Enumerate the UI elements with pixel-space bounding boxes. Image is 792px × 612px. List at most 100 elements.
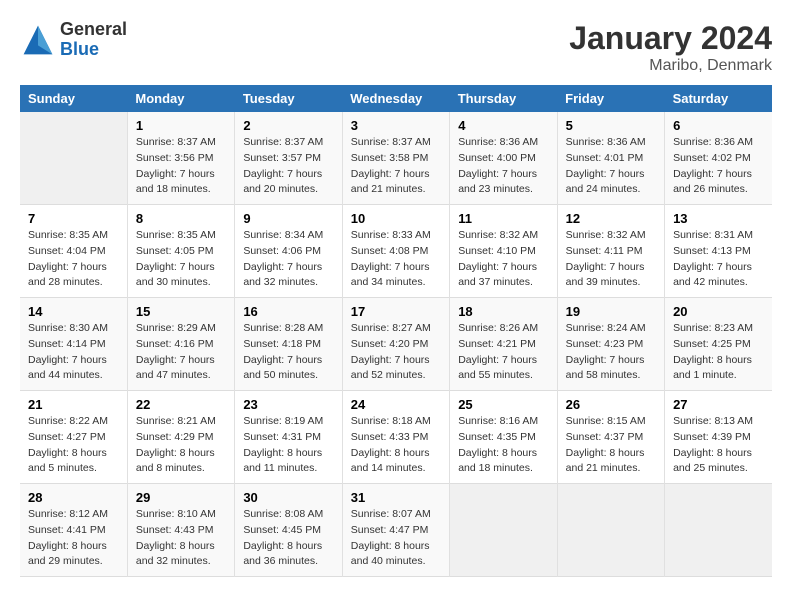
day-number: 5: [566, 118, 656, 133]
day-number: 3: [351, 118, 441, 133]
page-header: General Blue January 2024 Maribo, Denmar…: [20, 20, 772, 75]
calendar-cell: [557, 484, 664, 577]
day-number: 28: [28, 490, 119, 505]
cell-info: Sunrise: 8:24 AMSunset: 4:23 PMDaylight:…: [566, 321, 656, 384]
calendar-cell: 12Sunrise: 8:32 AMSunset: 4:11 PMDayligh…: [557, 205, 664, 298]
day-number: 10: [351, 211, 441, 226]
cell-info: Sunrise: 8:37 AMSunset: 3:58 PMDaylight:…: [351, 135, 441, 198]
day-number: 15: [136, 304, 226, 319]
day-number: 13: [673, 211, 764, 226]
title-block: January 2024 Maribo, Denmark: [569, 20, 772, 75]
calendar-cell: [665, 484, 772, 577]
calendar-cell: 13 Sunrise: 8:31 AMSunset: 4:13 PMDayligh…: [665, 205, 772, 298]
calendar-cell: 4Sunrise: 8:36 AMSunset: 4:00 PMDaylight…: [450, 112, 557, 205]
cell-info: Sunrise: 8:36 AMSunset: 4:01 PMDaylight:…: [566, 135, 656, 198]
calendar-cell: 21 Sunrise: 8:22 AMSunset: 4:27 PMDayligh…: [20, 391, 127, 484]
calendar-cell: [450, 484, 557, 577]
day-number: 26: [566, 397, 656, 412]
cell-info: Sunrise: 8:19 AMSunset: 4:31 PMDaylight:…: [243, 414, 333, 477]
cell-info: Sunrise: 8:32 AMSunset: 4:10 PMDaylight:…: [458, 228, 548, 291]
calendar-cell: 11 Sunrise: 8:32 AMSunset: 4:10 PMDayligh…: [450, 205, 557, 298]
calendar-cell: 23 Sunrise: 8:19 AMSunset: 4:31 PMDayligh…: [235, 391, 342, 484]
cell-info: Sunrise: 8:23 AMSunset: 4:25 PMDaylight:…: [673, 321, 764, 384]
day-number: 17: [351, 304, 441, 319]
header-day-saturday: Saturday: [665, 85, 772, 112]
day-number: 6: [673, 118, 764, 133]
day-number: 21: [28, 397, 119, 412]
day-number: 23: [243, 397, 333, 412]
calendar-cell: 3 Sunrise: 8:37 AMSunset: 3:58 PMDaylight…: [342, 112, 449, 205]
week-row-4: 28 Sunrise: 8:12 AMSunset: 4:41 PMDayligh…: [20, 484, 772, 577]
day-number: 19: [566, 304, 656, 319]
calendar-header: SundayMondayTuesdayWednesdayThursdayFrid…: [20, 85, 772, 112]
logo-general: General: [60, 20, 127, 40]
month-title: January 2024: [569, 20, 772, 57]
cell-info: Sunrise: 8:31 AMSunset: 4:13 PMDaylight:…: [673, 228, 764, 291]
calendar-cell: 6Sunrise: 8:36 AMSunset: 4:02 PMDaylight…: [665, 112, 772, 205]
day-number: 16: [243, 304, 333, 319]
calendar-cell: 9Sunrise: 8:34 AMSunset: 4:06 PMDaylight…: [235, 205, 342, 298]
logo-text: General Blue: [60, 20, 127, 60]
location: Maribo, Denmark: [569, 57, 772, 75]
calendar-cell: 14Sunrise: 8:30 AMSunset: 4:14 PMDayligh…: [20, 298, 127, 391]
logo-icon: [20, 22, 56, 58]
cell-info: Sunrise: 8:10 AMSunset: 4:43 PMDaylight:…: [136, 507, 226, 570]
header-row: SundayMondayTuesdayWednesdayThursdayFrid…: [20, 85, 772, 112]
logo-blue: Blue: [60, 40, 127, 60]
calendar-cell: 10 Sunrise: 8:33 AMSunset: 4:08 PMDayligh…: [342, 205, 449, 298]
cell-info: Sunrise: 8:18 AMSunset: 4:33 PMDaylight:…: [351, 414, 441, 477]
week-row-0: 1Sunrise: 8:37 AMSunset: 3:56 PMDaylight…: [20, 112, 772, 205]
header-day-thursday: Thursday: [450, 85, 557, 112]
cell-info: Sunrise: 8:22 AMSunset: 4:27 PMDaylight:…: [28, 414, 119, 477]
day-number: 9: [243, 211, 333, 226]
week-row-3: 21 Sunrise: 8:22 AMSunset: 4:27 PMDayligh…: [20, 391, 772, 484]
day-number: 22: [136, 397, 226, 412]
calendar-cell: 26 Sunrise: 8:15 AMSunset: 4:37 PMDayligh…: [557, 391, 664, 484]
calendar-cell: 1Sunrise: 8:37 AMSunset: 3:56 PMDaylight…: [127, 112, 234, 205]
calendar-cell: 8Sunrise: 8:35 AMSunset: 4:05 PMDaylight…: [127, 205, 234, 298]
cell-info: Sunrise: 8:36 AMSunset: 4:00 PMDaylight:…: [458, 135, 548, 198]
calendar-cell: 29 Sunrise: 8:10 AMSunset: 4:43 PMDayligh…: [127, 484, 234, 577]
day-number: 1: [136, 118, 226, 133]
cell-info: Sunrise: 8:13 AMSunset: 4:39 PMDaylight:…: [673, 414, 764, 477]
calendar-cell: 27 Sunrise: 8:13 AMSunset: 4:39 PMDayligh…: [665, 391, 772, 484]
cell-info: Sunrise: 8:32 AMSunset: 4:11 PMDaylight:…: [566, 228, 656, 291]
cell-info: Sunrise: 8:28 AMSunset: 4:18 PMDaylight:…: [243, 321, 333, 384]
cell-info: Sunrise: 8:37 AMSunset: 3:57 PMDaylight:…: [243, 135, 333, 198]
header-day-sunday: Sunday: [20, 85, 127, 112]
calendar-cell: 18 Sunrise: 8:26 AMSunset: 4:21 PMDayligh…: [450, 298, 557, 391]
day-number: 8: [136, 211, 226, 226]
day-number: 30: [243, 490, 333, 505]
calendar-cell: 24Sunrise: 8:18 AMSunset: 4:33 PMDayligh…: [342, 391, 449, 484]
calendar-body: 1Sunrise: 8:37 AMSunset: 3:56 PMDaylight…: [20, 112, 772, 577]
header-day-monday: Monday: [127, 85, 234, 112]
day-number: 31: [351, 490, 441, 505]
calendar-cell: 2Sunrise: 8:37 AMSunset: 3:57 PMDaylight…: [235, 112, 342, 205]
calendar-cell: 20 Sunrise: 8:23 AMSunset: 4:25 PMDayligh…: [665, 298, 772, 391]
calendar-cell: 16 Sunrise: 8:28 AMSunset: 4:18 PMDayligh…: [235, 298, 342, 391]
week-row-2: 14Sunrise: 8:30 AMSunset: 4:14 PMDayligh…: [20, 298, 772, 391]
calendar-cell: 22 Sunrise: 8:21 AMSunset: 4:29 PMDayligh…: [127, 391, 234, 484]
header-day-tuesday: Tuesday: [235, 85, 342, 112]
calendar-cell: 7Sunrise: 8:35 AMSunset: 4:04 PMDaylight…: [20, 205, 127, 298]
day-number: 11: [458, 211, 548, 226]
logo: General Blue: [20, 20, 127, 60]
calendar-cell: 19 Sunrise: 8:24 AMSunset: 4:23 PMDayligh…: [557, 298, 664, 391]
day-number: 20: [673, 304, 764, 319]
cell-info: Sunrise: 8:33 AMSunset: 4:08 PMDaylight:…: [351, 228, 441, 291]
cell-info: Sunrise: 8:16 AMSunset: 4:35 PMDaylight:…: [458, 414, 548, 477]
day-number: 29: [136, 490, 226, 505]
day-number: 27: [673, 397, 764, 412]
day-number: 18: [458, 304, 548, 319]
calendar-cell: 5 Sunrise: 8:36 AMSunset: 4:01 PMDaylight…: [557, 112, 664, 205]
header-day-friday: Friday: [557, 85, 664, 112]
cell-info: Sunrise: 8:15 AMSunset: 4:37 PMDaylight:…: [566, 414, 656, 477]
cell-info: Sunrise: 8:29 AMSunset: 4:16 PMDaylight:…: [136, 321, 226, 384]
calendar-cell: 17Sunrise: 8:27 AMSunset: 4:20 PMDayligh…: [342, 298, 449, 391]
cell-info: Sunrise: 8:26 AMSunset: 4:21 PMDaylight:…: [458, 321, 548, 384]
cell-info: Sunrise: 8:21 AMSunset: 4:29 PMDaylight:…: [136, 414, 226, 477]
week-row-1: 7Sunrise: 8:35 AMSunset: 4:04 PMDaylight…: [20, 205, 772, 298]
calendar-cell: 28 Sunrise: 8:12 AMSunset: 4:41 PMDayligh…: [20, 484, 127, 577]
cell-info: Sunrise: 8:12 AMSunset: 4:41 PMDaylight:…: [28, 507, 119, 570]
cell-info: Sunrise: 8:30 AMSunset: 4:14 PMDaylight:…: [28, 321, 119, 384]
